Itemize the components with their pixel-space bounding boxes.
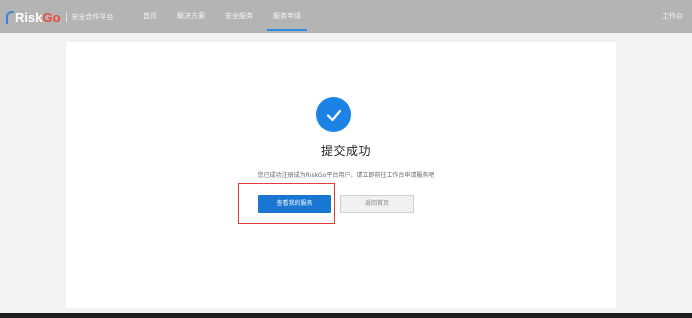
top-navigation-bar: Risk Go 安全合作平台 首页 解决方案 安全服务 服务申请 工作台: [0, 0, 692, 33]
workbench-link[interactable]: 工作台: [662, 0, 683, 33]
nav-item-service-application[interactable]: 服务申请: [267, 0, 307, 33]
logo-divider: [65, 12, 67, 22]
logo[interactable]: Risk Go 安全合作平台: [6, 8, 114, 26]
main-nav: 首页 解决方案 安全服务 服务申请: [143, 0, 321, 33]
riskgo-logo: Risk Go: [6, 10, 61, 25]
nav-item-security-services[interactable]: 安全服务: [225, 0, 253, 33]
success-title: 提交成功: [320, 144, 371, 158]
back-to-home-button[interactable]: 返回首页: [340, 195, 414, 213]
nav-item-home[interactable]: 首页: [143, 0, 157, 33]
footer-bar: [0, 313, 692, 318]
view-my-services-button[interactable]: 查看我的服务: [258, 195, 331, 213]
logo-subtitle: 安全合作平台: [71, 13, 114, 21]
logo-brand-prefix: Risk: [15, 9, 43, 25]
nav-item-solutions[interactable]: 解决方案: [177, 0, 205, 33]
logo-brand-suffix: Go: [42, 9, 61, 25]
check-circle-icon: [316, 97, 351, 132]
checkmark-icon: [326, 109, 341, 121]
success-message: 您已成功注册成为RiskGo平台用户，请立即前往工作台申请服务吧: [257, 172, 435, 179]
logo-swoosh-icon: [6, 10, 14, 24]
